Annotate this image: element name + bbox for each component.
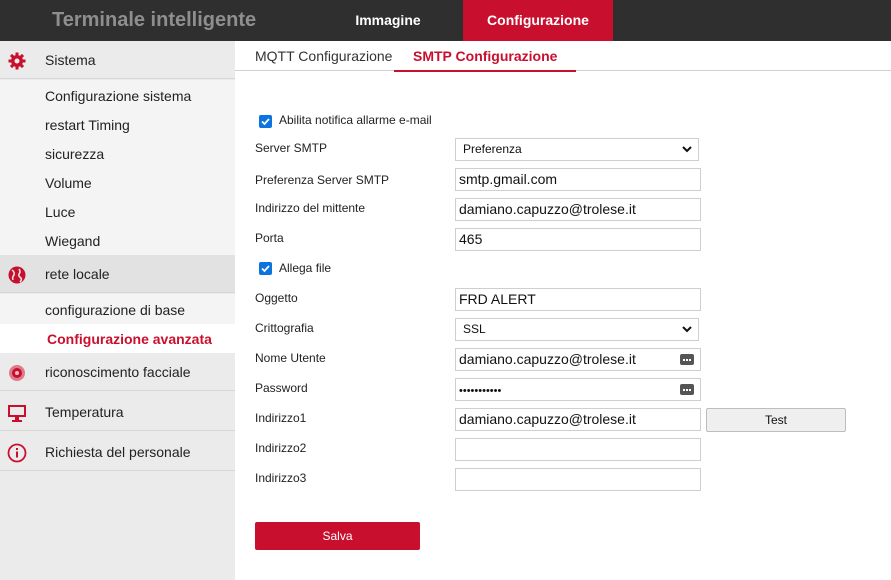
port-label: Porta [255, 231, 284, 245]
subject-label: Oggetto [255, 291, 298, 305]
encryption-value: SSL [463, 322, 486, 336]
smtp-server-select[interactable]: Preferenza [455, 138, 699, 161]
enable-email-checkbox[interactable] [259, 115, 272, 128]
smtp-pref-server-label: Preferenza Server SMTP [255, 173, 390, 187]
encryption-select[interactable]: SSL [455, 318, 699, 341]
sidebar-item-configurazione-avanzata[interactable]: Configurazione avanzata [47, 331, 212, 347]
chevron-down-icon [682, 146, 692, 153]
sender-input[interactable]: damiano.capuzzo@trolese.it [455, 198, 701, 221]
sidebar-item-restart-timing[interactable]: restart Timing [45, 117, 130, 133]
username-label: Nome Utente [255, 351, 326, 365]
app-title: Terminale intelligente [52, 9, 257, 31]
sidebar-section-label: riconoscimento facciale [45, 364, 191, 380]
checkmark-icon [261, 265, 270, 273]
top-bar: Terminale intelligente Immagine Configur… [0, 0, 891, 41]
smtp-server-value: Preferenza [463, 142, 522, 156]
address1-input[interactable]: damiano.capuzzo@trolese.it [455, 408, 701, 431]
sidebar-section-label: rete locale [45, 266, 110, 282]
sender-label: Indirizzo del mittente [255, 201, 366, 215]
sidebar-section-label: Temperatura [45, 404, 124, 420]
monitor-icon [8, 405, 26, 422]
save-button[interactable]: Salva [255, 522, 420, 550]
checkmark-icon [261, 118, 270, 126]
info-icon [7, 443, 27, 463]
sidebar-item-configurazione-di-base[interactable]: configurazione di base [45, 302, 185, 318]
address3-input[interactable] [455, 468, 701, 491]
address2-label: Indirizzo2 [255, 441, 307, 455]
autofill-key-icon[interactable] [680, 354, 694, 365]
password-value: ••••••••••• [459, 385, 502, 397]
username-input[interactable]: damiano.capuzzo@trolese.it [455, 348, 701, 371]
globe-icon [8, 266, 26, 284]
sidebar-section-riconoscimento-facciale[interactable]: riconoscimento facciale [0, 353, 235, 391]
tab-mqtt-configurazione[interactable]: MQTT Configurazione [255, 48, 392, 64]
sidebar-section-richiesta-personale[interactable]: Richiesta del personale [0, 433, 235, 471]
subject-input[interactable]: FRD ALERT [455, 288, 701, 311]
sidebar-item-volume[interactable]: Volume [45, 175, 92, 191]
sidebar-section-rete-locale[interactable]: rete locale [0, 255, 235, 293]
sidebar-section-temperatura[interactable]: Temperatura [0, 393, 235, 431]
sistema-submenu [0, 80, 235, 256]
address2-input[interactable] [455, 438, 701, 461]
smtp-pref-server-input[interactable]: smtp.gmail.com [455, 168, 701, 191]
sidebar-item-wiegand[interactable]: Wiegand [45, 233, 100, 249]
port-input[interactable]: 465 [455, 228, 701, 251]
tab-immagine[interactable]: Immagine [315, 0, 461, 41]
attach-file-checkbox[interactable] [259, 262, 272, 275]
password-label: Password [255, 381, 308, 395]
sidebar-item-sicurezza[interactable]: sicurezza [45, 146, 104, 162]
sidebar-item-configurazione-sistema[interactable]: Configurazione sistema [45, 88, 191, 104]
attach-file-label: Allega file [279, 261, 332, 275]
password-input[interactable]: ••••••••••• [455, 378, 701, 401]
gear-icon [8, 52, 26, 70]
smtp-server-label: Server SMTP [255, 141, 328, 155]
test-button[interactable]: Test [706, 408, 846, 432]
autofill-key-icon[interactable] [680, 384, 694, 395]
username-value: damiano.capuzzo@trolese.it [459, 351, 636, 367]
sidebar-section-label: Sistema [45, 52, 96, 68]
address1-label: Indirizzo1 [255, 411, 307, 425]
address3-label: Indirizzo3 [255, 471, 307, 485]
chevron-down-icon [682, 326, 692, 333]
tab-smtp-configurazione[interactable]: SMTP Configurazione [413, 48, 557, 64]
sidebar-section-sistema[interactable]: Sistema [0, 41, 235, 79]
active-tab-indicator [394, 70, 576, 72]
sidebar: Sistema Configurazione sistema restart T… [0, 41, 235, 580]
tab-configurazione[interactable]: Configurazione [463, 0, 613, 41]
enable-email-label: Abilita notifica allarme e-mail [279, 113, 432, 127]
sidebar-section-label: Richiesta del personale [45, 444, 191, 460]
face-recognition-icon [9, 365, 25, 381]
encryption-label: Crittografia [255, 321, 314, 335]
sidebar-item-luce[interactable]: Luce [45, 204, 75, 220]
